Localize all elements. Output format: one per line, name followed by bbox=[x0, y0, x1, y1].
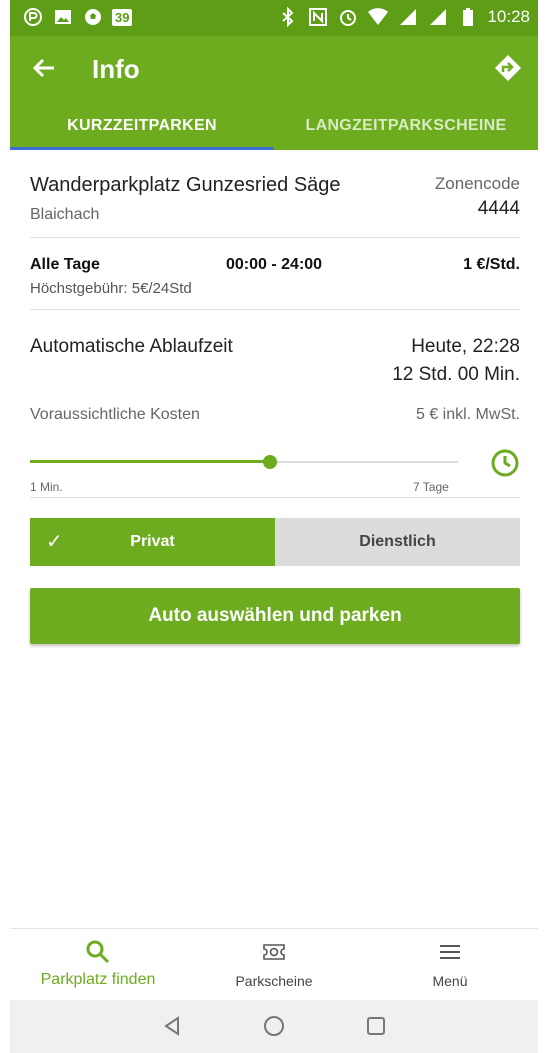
expiry-row: Automatische Ablaufzeit Heute, 22:28 12 … bbox=[30, 310, 520, 498]
bottom-navigation: Parkplatz finden Parkscheine Menü bbox=[10, 928, 538, 1000]
nav-menu[interactable]: Menü bbox=[362, 929, 538, 1000]
bluetooth-icon bbox=[277, 6, 299, 28]
parking-details: Wanderparkplatz Gunzesried Säge Blaichac… bbox=[30, 150, 520, 644]
ticket-icon bbox=[263, 944, 285, 960]
status-bar-notifications: 39 bbox=[22, 6, 133, 28]
tariff-price: 1 €/Std. bbox=[463, 256, 520, 273]
notification-count-badge: 39 bbox=[112, 8, 133, 26]
zone-code-label: Zonencode bbox=[434, 174, 520, 193]
slider-thumb[interactable] bbox=[263, 455, 277, 469]
search-icon bbox=[86, 940, 110, 964]
status-bar-system: 10:28 bbox=[277, 6, 530, 28]
system-navigation-bar bbox=[10, 1000, 538, 1053]
duration-slider[interactable] bbox=[30, 452, 458, 472]
tab-bar: KURZZEITPARKEN LANGZEITPARKSCHEINE bbox=[10, 104, 538, 150]
zone-code-value: 4444 bbox=[477, 198, 520, 219]
alarm-icon bbox=[337, 6, 359, 28]
battery-icon bbox=[457, 6, 479, 28]
parking-name: Wanderparkplatz Gunzesried Säge bbox=[30, 174, 341, 196]
expiry-label: Automatische Ablaufzeit bbox=[30, 336, 233, 357]
soccer-ball-icon bbox=[82, 6, 104, 28]
nav-menu-label: Menü bbox=[432, 973, 468, 989]
tariff-row: Alle Tage 00:00 - 24:00 1 €/Std. Höchstg… bbox=[30, 238, 520, 310]
parking-city: Blaichach bbox=[30, 206, 100, 223]
nav-find-parking-label: Parkplatz finden bbox=[40, 971, 156, 988]
private-label: Privat bbox=[130, 533, 175, 550]
nfc-icon bbox=[307, 6, 329, 28]
nav-tickets[interactable]: Parkscheine bbox=[186, 929, 362, 1000]
back-triangle-icon[interactable] bbox=[160, 1014, 184, 1038]
check-icon: ✓ bbox=[46, 531, 63, 553]
menu-icon bbox=[440, 945, 460, 959]
tariff-hours: 00:00 - 24:00 bbox=[226, 256, 323, 273]
recents-square-icon[interactable] bbox=[364, 1014, 388, 1038]
directions-button[interactable] bbox=[492, 52, 524, 84]
page-title: Info bbox=[92, 54, 140, 84]
slider-min-label: 1 Min. bbox=[30, 480, 63, 494]
business-label: Dienstlich bbox=[359, 533, 436, 550]
wifi-icon bbox=[367, 6, 389, 28]
business-option[interactable]: Dienstlich bbox=[275, 518, 520, 566]
private-option[interactable]: ✓ Privat bbox=[30, 518, 275, 566]
directions-icon bbox=[495, 55, 521, 81]
tab-langzeitparkscheine[interactable]: LANGZEITPARKSCHEINE bbox=[274, 104, 538, 150]
parking-location-row: Wanderparkplatz Gunzesried Säge Blaichac… bbox=[30, 150, 520, 238]
clock-icon bbox=[491, 449, 519, 477]
arrow-left-icon bbox=[32, 58, 54, 78]
nav-find-parking[interactable]: Parkplatz finden bbox=[10, 929, 186, 1000]
status-bar: 39 10:28 bbox=[10, 0, 538, 36]
image-icon bbox=[52, 6, 74, 28]
slider-fill bbox=[30, 460, 270, 463]
expiry-duration: 12 Std. 00 Min. bbox=[392, 364, 520, 385]
time-picker-button[interactable] bbox=[490, 448, 520, 478]
select-car-and-park-button[interactable]: Auto auswählen und parken bbox=[30, 588, 520, 644]
back-button[interactable] bbox=[28, 52, 60, 84]
signal-secondary-icon bbox=[427, 6, 449, 28]
expiry-day-time: Heute, 22:28 bbox=[411, 336, 520, 357]
app-bar: Info bbox=[10, 36, 538, 104]
status-time: 10:28 bbox=[487, 7, 530, 26]
slider-max-label: 7 Tage bbox=[413, 480, 449, 494]
usage-toggle: ✓ Privat Dienstlich bbox=[30, 518, 520, 566]
tariff-max-fee: Höchstgebühr: 5€/24Std bbox=[30, 280, 192, 297]
signal-icon bbox=[397, 6, 419, 28]
home-circle-icon[interactable] bbox=[262, 1014, 286, 1038]
phone-screen: 39 10:28 Info KURZZEITPARKEN LANGZEITPAR… bbox=[10, 0, 538, 1053]
cost-label: Voraussichtliche Kosten bbox=[30, 406, 200, 423]
nav-tickets-label: Parkscheine bbox=[235, 973, 313, 989]
cost-value: 5 € inkl. MwSt. bbox=[415, 406, 520, 423]
parking-app-icon bbox=[22, 6, 44, 28]
tariff-days: Alle Tage bbox=[30, 256, 100, 273]
tab-kurzzeitparken[interactable]: KURZZEITPARKEN bbox=[10, 104, 274, 150]
